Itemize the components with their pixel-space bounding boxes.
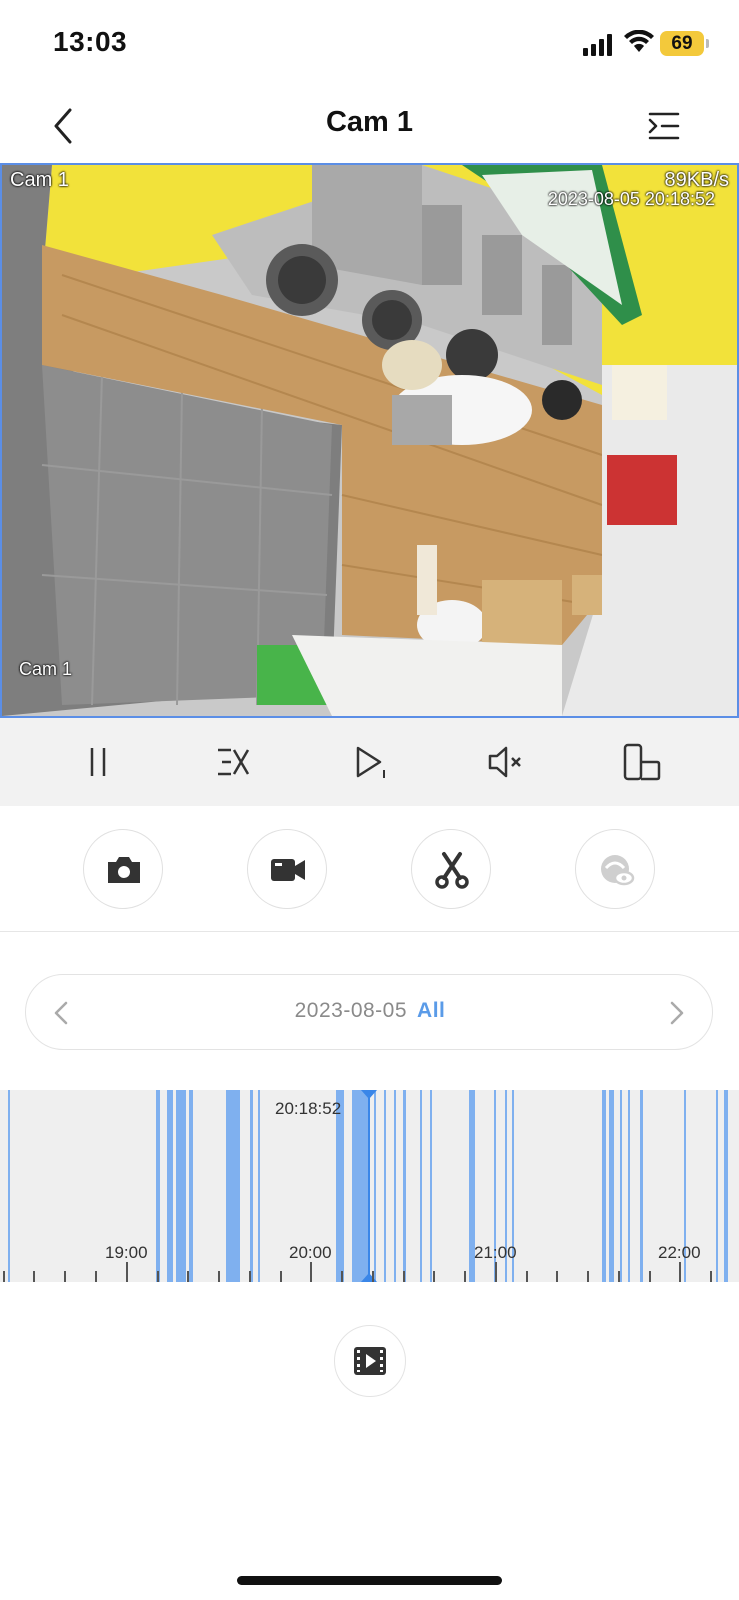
- video-channel-label: Cam 1: [10, 169, 69, 191]
- timeline-cursor-time: 20:18:52: [275, 1099, 342, 1118]
- playback-speed-icon[interactable]: [213, 742, 253, 782]
- recordings-list-button[interactable]: [334, 1325, 406, 1397]
- page-title: Cam 1: [325, 106, 414, 138]
- film-play-icon: [354, 1347, 386, 1375]
- timeline-hour-label: 21:00: [474, 1243, 517, 1262]
- fullscreen-rotate-icon[interactable]: [622, 742, 662, 782]
- recording-timeline[interactable]: 20:18:52 19:00 20:00 21:00 22:00: [0, 1090, 739, 1282]
- clip-icon: [435, 852, 469, 889]
- playback-control-bar: [0, 718, 739, 806]
- record-video-button[interactable]: [247, 829, 327, 909]
- selected-date[interactable]: 2023-08-05: [295, 999, 407, 1022]
- date-selector: 2023-08-05 All: [25, 974, 713, 1050]
- view-button[interactable]: [575, 829, 655, 909]
- status-time: 13:03: [53, 26, 128, 57]
- camera-video-feed[interactable]: Cam 1 89KB/s 2023-08-05 20:18:52 Cam 1: [0, 163, 739, 718]
- home-indicator: [237, 1576, 502, 1585]
- timeline-hour-label: 20:00: [289, 1243, 332, 1262]
- camera-scene: [2, 165, 737, 716]
- status-bar: 13:03 69: [0, 0, 739, 90]
- video-osd-channel: Cam 1: [19, 659, 73, 679]
- snapshot-button[interactable]: [83, 829, 163, 909]
- wifi-icon: [624, 30, 654, 52]
- date-display[interactable]: 2023-08-05 All: [26, 999, 714, 1023]
- record-video-icon: [271, 859, 305, 881]
- snapshot-icon: [108, 857, 140, 883]
- pause-icon[interactable]: [78, 742, 118, 782]
- video-osd-timestamp: 2023-08-05 20:18:52: [547, 189, 715, 209]
- battery-indicator: 69: [660, 31, 704, 56]
- mute-icon[interactable]: [486, 742, 526, 782]
- view-icon: [601, 855, 635, 886]
- section-divider: [0, 931, 739, 932]
- clip-button[interactable]: [411, 829, 491, 909]
- signal-icon: [583, 34, 612, 56]
- next-date-button[interactable]: [662, 995, 692, 1031]
- menu-toggle-icon[interactable]: [646, 108, 682, 144]
- filter-all-button[interactable]: All: [417, 999, 445, 1022]
- nav-bar: Cam 1: [0, 90, 739, 162]
- timeline-hour-label: 19:00: [105, 1243, 148, 1262]
- play-frame-icon[interactable]: [350, 742, 390, 782]
- battery-cap: [706, 39, 709, 48]
- timeline-hour-label: 22:00: [658, 1243, 701, 1262]
